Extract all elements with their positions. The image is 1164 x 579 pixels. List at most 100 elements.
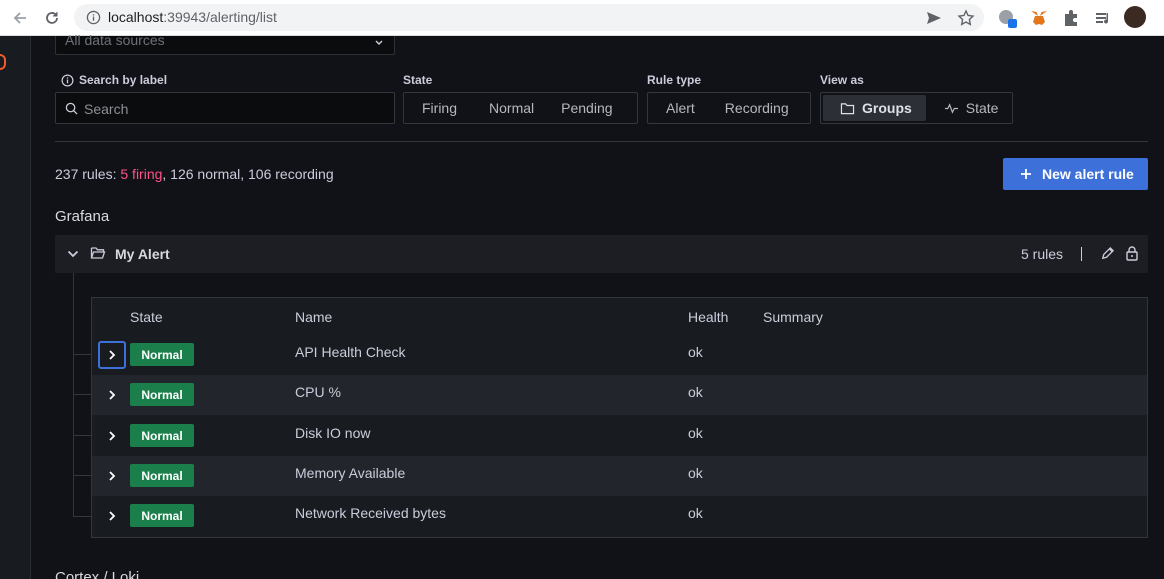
metamask-icon[interactable]: [1029, 8, 1049, 28]
table-row[interactable]: Normal API Health Check ok: [92, 335, 1147, 375]
namespace-title: Grafana: [55, 208, 110, 225]
chevron-right-icon: [109, 471, 116, 481]
view-as-label: View as: [820, 73, 864, 87]
summary-firing: 5 firing: [120, 166, 163, 182]
edit-icon[interactable]: [1100, 246, 1115, 261]
chevron-down-icon[interactable]: [66, 247, 80, 261]
table-row[interactable]: Normal Disk IO now ok: [92, 416, 1147, 456]
rule-health: ok: [688, 505, 703, 521]
search-input[interactable]: [84, 99, 384, 119]
rule-name: API Health Check: [295, 344, 406, 360]
new-alert-rule-button[interactable]: New alert rule: [1003, 158, 1148, 190]
column-header-summary: Summary: [763, 309, 823, 325]
new-alert-rule-label: New alert rule: [1042, 166, 1134, 182]
rule-type-option-recording[interactable]: Recording: [705, 95, 799, 121]
summary-total: 237 rules:: [55, 166, 121, 182]
tree-branch: [73, 354, 91, 355]
plus-icon: [1021, 169, 1031, 179]
send-icon[interactable]: [925, 9, 943, 27]
state-option-firing[interactable]: Firing: [406, 95, 465, 121]
tree-line: [73, 273, 74, 517]
star-icon[interactable]: [957, 9, 975, 27]
state-option-normal[interactable]: Normal: [465, 95, 544, 121]
column-header-health: Health: [688, 309, 729, 325]
view-option-state[interactable]: State: [926, 95, 1009, 121]
namespace-title: Cortex / Loki: [55, 569, 140, 579]
expand-row-button[interactable]: [98, 462, 126, 490]
tree-branch: [73, 435, 91, 436]
state-option-pending[interactable]: Pending: [544, 95, 622, 121]
chevron-right-icon: [109, 511, 116, 521]
rule-health: ok: [688, 384, 703, 400]
state-filter: Firing Normal Pending: [403, 92, 638, 124]
url-text: localhost:39943/alerting/list: [108, 9, 277, 25]
column-header-name: Name: [295, 309, 333, 325]
puzzle-icon[interactable]: [1061, 8, 1081, 28]
rule-type-label: Rule type: [647, 73, 702, 87]
rule-type-option-alert[interactable]: Alert: [650, 95, 705, 121]
chevron-right-icon: [109, 431, 116, 441]
datasource-placeholder: All data sources: [65, 32, 165, 48]
column-header-state: State: [130, 309, 163, 325]
search-icon: [65, 102, 78, 115]
state-badge: Normal: [130, 383, 194, 406]
rule-health: ok: [688, 465, 703, 481]
expand-row-button[interactable]: [98, 341, 126, 369]
expand-row-button[interactable]: [98, 502, 126, 530]
info-icon[interactable]: [86, 10, 101, 25]
table-row[interactable]: Normal Network Received bytes ok: [92, 496, 1147, 536]
rule-name: Disk IO now: [295, 425, 371, 441]
rules-table: State Name Health Summary Normal API Hea…: [91, 297, 1148, 538]
view-option-groups-label: Groups: [862, 100, 912, 116]
state-badge: Normal: [130, 424, 194, 447]
tree-branch: [73, 516, 91, 517]
lock-icon[interactable]: [1125, 245, 1139, 261]
folder-icon: [840, 102, 855, 114]
state-badge: Normal: [130, 464, 194, 487]
chevron-down-icon: [375, 40, 383, 45]
divider: [55, 141, 1148, 142]
expand-row-button[interactable]: [98, 422, 126, 450]
grafana-logo-icon[interactable]: [0, 54, 6, 70]
chevron-right-icon: [109, 350, 116, 360]
rule-health: ok: [688, 425, 703, 441]
rule-type-filter: Alert Recording: [647, 92, 811, 124]
search-label-text: Search by label: [79, 73, 168, 87]
tree-branch: [73, 394, 91, 395]
chevron-right-icon: [109, 390, 116, 400]
expand-row-button[interactable]: [98, 381, 126, 409]
separator: [1081, 247, 1082, 261]
view-option-groups[interactable]: Groups: [823, 95, 926, 121]
folder-open-icon: [90, 247, 106, 259]
rules-summary: 237 rules: 5 firing, 126 normal, 106 rec…: [55, 166, 334, 182]
view-as-toggle: Groups State: [820, 92, 1013, 124]
extension-icon[interactable]: [997, 8, 1017, 28]
view-option-state-label: State: [965, 100, 999, 116]
reload-icon[interactable]: [41, 7, 63, 29]
datasource-select[interactable]: All data sources: [55, 32, 395, 55]
tree-branch: [73, 475, 91, 476]
rule-name: Network Received bytes: [295, 505, 446, 521]
browser-toolbar: localhost:39943/alerting/list: [0, 0, 1164, 36]
state-badge: Normal: [130, 504, 194, 527]
search-field[interactable]: [55, 92, 395, 124]
group-name: My Alert: [115, 246, 170, 262]
rule-health: ok: [688, 344, 703, 360]
back-icon[interactable]: [9, 7, 31, 29]
profile-avatar[interactable]: [1124, 6, 1146, 28]
info-circle-icon[interactable]: [61, 74, 74, 87]
state-badge: Normal: [130, 343, 194, 366]
table-row[interactable]: Normal Memory Available ok: [92, 456, 1147, 496]
heartbeat-icon: [944, 102, 958, 114]
side-menu: [0, 36, 31, 579]
rule-name: Memory Available: [295, 465, 406, 481]
group-rule-count: 5 rules: [1021, 246, 1064, 262]
rule-name: CPU %: [295, 384, 341, 400]
table-row[interactable]: Normal CPU % ok: [92, 375, 1147, 415]
search-by-label: Search by label: [61, 73, 167, 87]
address-bar[interactable]: localhost:39943/alerting/list: [74, 4, 984, 31]
rule-group-header[interactable]: My Alert 5 rules: [55, 235, 1148, 273]
state-label: State: [403, 73, 433, 87]
summary-rest: , 126 normal, 106 recording: [162, 166, 334, 182]
media-icon[interactable]: [1093, 8, 1113, 28]
